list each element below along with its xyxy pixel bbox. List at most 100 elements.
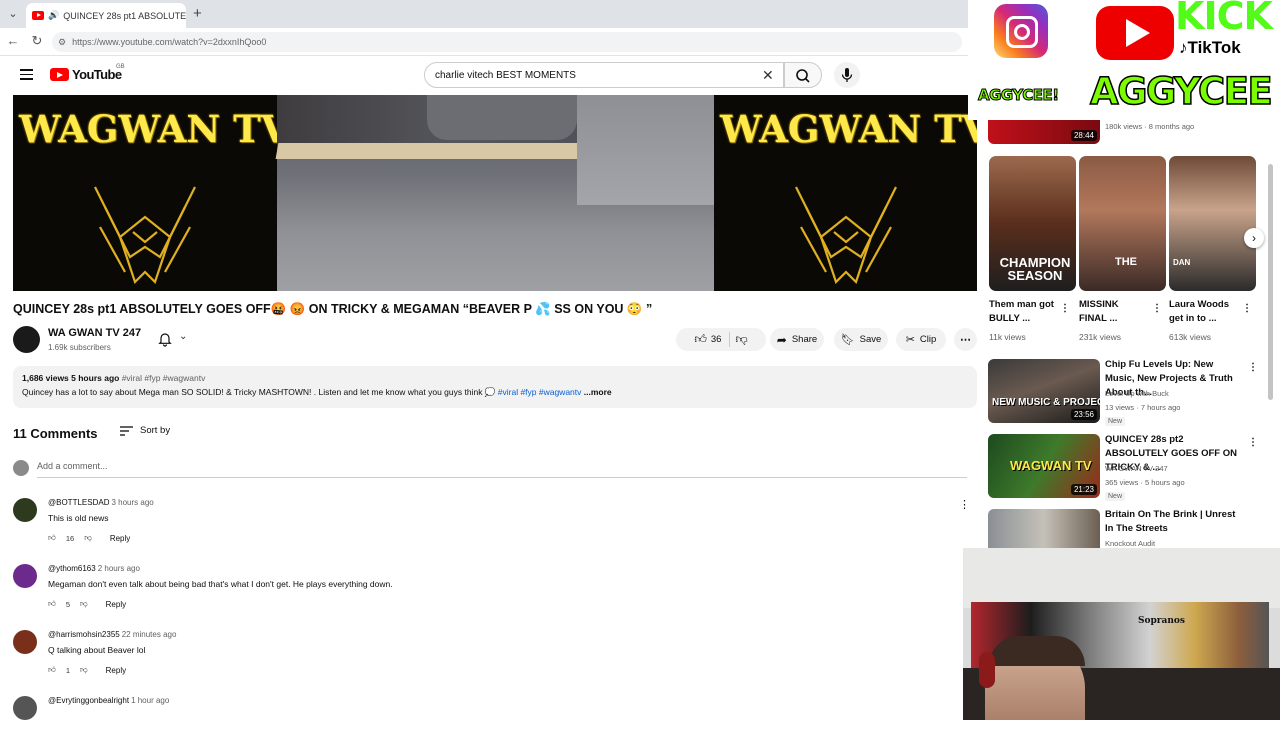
youtube-logo[interactable]: YouTube [50,67,122,82]
comment-dislike-button[interactable]: 👎︎ [80,599,88,609]
comment-text: Megaman don't even talk about being bad … [48,579,393,589]
short-overlay-text: DAN [1173,258,1191,267]
comment-author[interactable]: @Evrytinggonbealright [48,696,129,705]
more-actions-button[interactable]: ⋯ [954,328,977,351]
new-tab-icon[interactable]: + [193,5,202,22]
voice-search-button[interactable] [834,62,860,88]
save-button[interactable]: 🔖︎ Save [834,328,888,351]
comment-actions: 👍︎ 1 👎︎ Reply [48,665,126,675]
more-vertical-icon[interactable]: ⋮ [1248,362,1258,373]
site-info-icon[interactable]: ⚙ [58,37,66,48]
tab-search-chevron-icon[interactable]: ⌄ [6,7,20,21]
thumbnail-text: NEW MUSIC & PROJECTS! [992,397,1100,408]
search-value: charlie vitech BEST MOMENTS [435,69,576,81]
comment: @ythom6163 2 hours ago Megaman don't even … [13,564,963,624]
short-thumbnail[interactable]: DAN [1169,156,1256,291]
comment-like-button[interactable]: 👍︎ [48,533,56,543]
more-vertical-icon[interactable]: ⋮ [1242,303,1252,314]
duration-badge: 28:44 [1070,130,1097,141]
more-horizontal-icon: ⋯ [960,334,971,346]
short-views: 11k views [989,332,1026,342]
comment-time[interactable]: 1 hour ago [131,696,169,705]
description-top-tags[interactable]: #viral #fyp #wagwantv [122,373,206,383]
kick-logo: KICK [1175,0,1273,38]
more-link[interactable]: ...more [584,387,612,397]
video-channel[interactable]: Knockout Audit [1105,539,1155,548]
share-button[interactable]: ➦ Share [770,328,824,351]
comment-like-button[interactable]: 👍︎ [48,665,56,675]
comment-avatar[interactable] [13,498,37,522]
menu-icon[interactable] [20,69,33,83]
sidebar-scrollbar[interactable] [1268,164,1273,400]
bookmark-icon: 🔖︎ [840,334,855,346]
dislike-button[interactable]: 👎︎ [735,332,747,347]
comment-avatar[interactable] [13,564,37,588]
channel-name[interactable]: WA GWAN TV 247 [48,327,141,339]
channel-avatar[interactable] [13,326,40,353]
comment-author[interactable]: @BOTTLESDAD [48,498,109,507]
comment-reply-button[interactable]: Reply [106,600,126,609]
video-title: QUINCEY 28s pt1 ABSOLUTELY GOES OFF🤬 😡 O… [13,302,653,316]
comment-author[interactable]: @harrismohsin2355 [48,630,120,639]
like-button[interactable]: 👍︎ 36 [694,332,731,347]
webcam-feed: Sopranos [963,548,1280,720]
video-channel[interactable]: WA GWAN TV 247 [1105,464,1168,473]
video-player[interactable]: WAGWAN TV WAGWAN TV [13,95,977,291]
search-button[interactable] [784,62,822,88]
youtube-big-icon [1096,6,1174,60]
comment-time[interactable]: 2 hours ago [98,564,140,573]
video-thumbnail[interactable] [988,509,1100,548]
add-comment-input[interactable]: Add a comment... [37,461,967,478]
url-field[interactable]: ⚙ https://www.youtube.com/watch?v=2dxxnI… [52,32,962,52]
back-icon[interactable]: ← [4,33,22,48]
more-vertical-icon[interactable]: ⋮ [1248,437,1258,448]
description-hashtags[interactable]: #viral #fyp #wagwantv [498,387,582,397]
video-thumbnail[interactable]: NEW MUSIC & PROJECTS! 23:56 [988,359,1100,423]
more-vertical-icon[interactable]: ⋮ [1060,303,1070,314]
overlay-handle-big: AGGYCEE [1089,69,1273,114]
video-thumbnail[interactable]: WAGWAN TV 21:23 [988,434,1100,498]
video-title-link[interactable]: Britain On The Brink | Unrest In The Str… [1105,508,1245,536]
short-title[interactable]: MISSINK FINAL ... [1079,298,1149,326]
shorts-next-button[interactable]: › [1244,228,1264,248]
sort-by-button[interactable]: Sort by [120,425,170,436]
youtube-logo-icon [50,68,69,81]
comment-actions: 👍︎ 5 👎︎ Reply [48,599,126,609]
short-title[interactable]: Them man got BULLY ... [989,298,1059,326]
tab-title: QUINCEY 28s pt1 ABSOLUTEL [63,10,186,21]
more-vertical-icon[interactable]: ⋮ [959,498,970,511]
tiktok-logo: ♪TikTok [1179,38,1241,58]
like-dislike-group: 👍︎ 36 👎︎ [676,328,766,351]
search-input[interactable]: charlie vitech BEST MOMENTS [424,62,784,88]
comment-reply-button[interactable]: Reply [110,534,130,543]
comment-actions: 👍︎ 16 👎︎ Reply [48,533,130,543]
comment-time[interactable]: 3 hours ago [111,498,153,507]
subscriber-count: 1.69k subscribers [48,343,111,352]
reload-icon[interactable]: ↻ [28,33,46,49]
notification-bell-button[interactable]: ⌄ [155,330,199,348]
clip-button[interactable]: ✂ Clip [896,328,946,351]
comment-avatar[interactable] [13,630,37,654]
views-and-time: 1,686 views 5 hours ago [22,373,120,383]
comment-dislike-button[interactable]: 👎︎ [84,533,92,543]
short-thumbnail[interactable]: THE [1079,156,1166,291]
video-channel[interactable]: Level Up with Buck [1105,389,1169,398]
new-badge: New [1105,417,1126,426]
short-title[interactable]: Laura Woods get in to ... [1169,298,1239,326]
clear-search-icon[interactable]: ✕ [762,67,774,84]
comment-dislike-button[interactable]: 👎︎ [80,665,88,675]
comment-like-button[interactable]: 👍︎ [48,599,56,609]
video-meta: 13 views · 7 hours ago [1105,403,1181,412]
comment-author[interactable]: @ythom6163 [48,564,96,573]
comment-time[interactable]: 22 minutes ago [122,630,177,639]
short-thumbnail[interactable]: CHAMPION SEASON [989,156,1076,291]
more-vertical-icon[interactable]: ⋮ [1152,303,1162,314]
scissors-icon: ✂ [905,334,915,346]
browser-tab[interactable]: 🔊 QUINCEY 28s pt1 ABSOLUTEL ✕ [26,3,186,28]
share-icon: ➦ [776,332,787,347]
comment-reply-button[interactable]: Reply [106,666,126,675]
wagwan-logo-panel-left: WAGWAN TV [13,95,289,291]
youtube-logo-text: YouTube [72,67,122,82]
description-box[interactable]: 1,686 views 5 hours ago #viral #fyp #wag… [13,366,977,408]
comment-avatar[interactable] [13,696,37,720]
